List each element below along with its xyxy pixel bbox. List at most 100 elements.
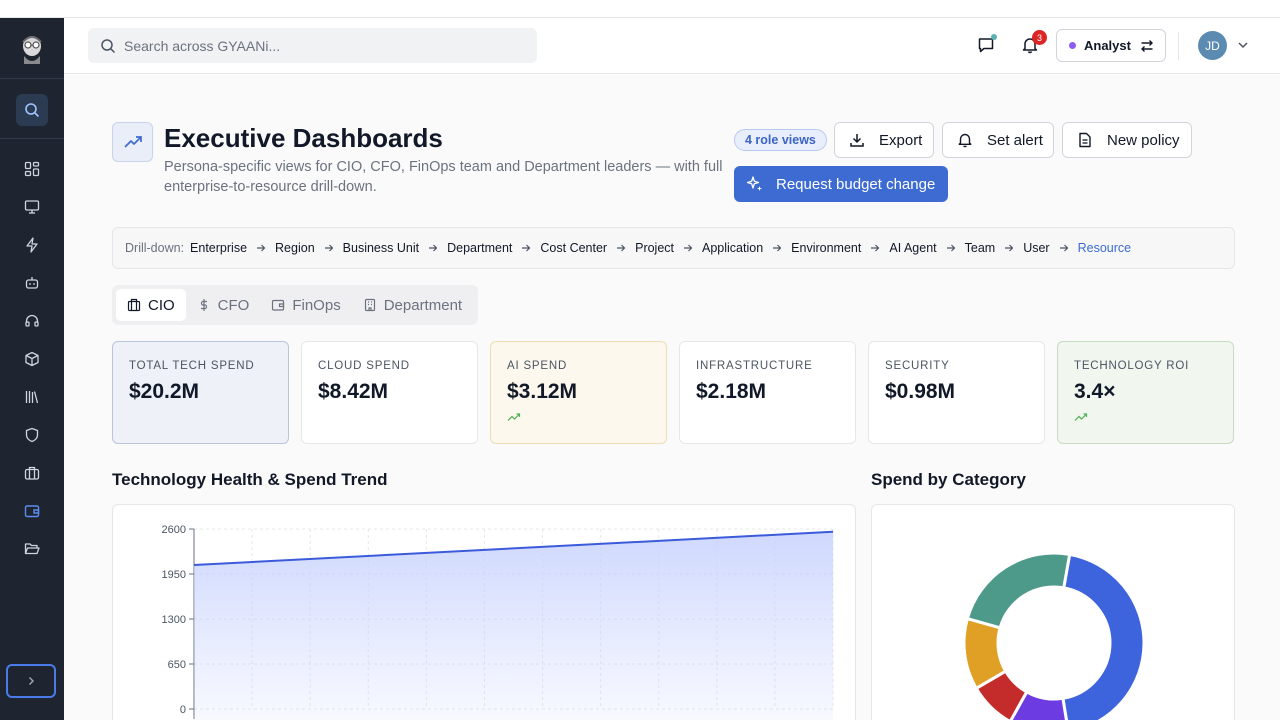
drilldown-item[interactable]: AI Agent	[889, 241, 936, 255]
drilldown-item[interactable]: Enterprise	[190, 241, 247, 255]
folder-open-icon	[24, 543, 40, 555]
donut-slice[interactable]	[1061, 552, 1146, 720]
drilldown-item[interactable]: User	[1023, 241, 1049, 255]
notifications-button[interactable]: 3	[1019, 30, 1047, 56]
building-icon	[127, 298, 141, 312]
kpi-card-total-tech-spend[interactable]: TOTAL TECH SPEND $20.2M	[112, 341, 289, 444]
main-content: Executive Dashboards Persona-specific vi…	[64, 75, 1280, 720]
kpi-value: $2.18M	[696, 380, 767, 403]
page-subtitle: Persona-specific views for CIO, CFO, Fin…	[164, 159, 723, 195]
category-donut-chart	[962, 551, 1146, 720]
sidebar-item-files[interactable]	[16, 533, 48, 565]
trending-up-icon	[1074, 413, 1088, 421]
document-icon	[1079, 132, 1091, 148]
sidebar-expand-button[interactable]	[6, 664, 56, 698]
sparkles-icon	[746, 176, 762, 191]
page-icon	[112, 122, 153, 162]
kpi-card-security[interactable]: SECURITY $0.98M	[868, 341, 1045, 444]
drilldown-item[interactable]: Cost Center	[540, 241, 607, 255]
arrow-right-icon	[429, 244, 438, 252]
persona-tabs: CIO CFO FinOps Department	[112, 285, 478, 325]
app-logo[interactable]	[16, 32, 48, 68]
arrow-right-icon	[617, 244, 626, 252]
kpi-label: INFRASTRUCTURE	[696, 360, 813, 372]
role-switcher[interactable]: Analyst	[1056, 29, 1166, 62]
search-input[interactable]	[124, 37, 504, 54]
wallet-icon	[24, 505, 40, 518]
drilldown-item[interactable]: Application	[702, 241, 763, 255]
page-title: Executive Dashboards	[164, 123, 443, 153]
sidebar-item-security[interactable]	[16, 419, 48, 451]
request-budget-change-button[interactable]: Request budget change	[734, 166, 948, 202]
drilldown-label: Drill-down:	[125, 241, 185, 255]
drilldown-item[interactable]: Region	[275, 241, 315, 255]
sidebar-item-activity[interactable]	[16, 229, 48, 261]
y-tick-label: 0	[180, 704, 186, 716]
arrow-right-icon	[257, 244, 266, 252]
arrow-right-icon	[773, 244, 782, 252]
set-alert-label: Set alert	[987, 131, 1043, 149]
tab-finops[interactable]: FinOps	[260, 289, 351, 321]
robot-icon	[25, 277, 39, 289]
drilldown-item[interactable]: Resource	[1078, 241, 1132, 255]
download-icon	[850, 134, 864, 147]
sidebar-search-button[interactable]	[16, 94, 48, 126]
kpi-value: $8.42M	[318, 380, 389, 403]
sidebar-item-dashboard[interactable]	[16, 153, 48, 185]
sidebar-item-support[interactable]	[16, 305, 48, 337]
header-divider	[1178, 32, 1179, 60]
wallet-icon	[272, 299, 285, 311]
top-strip	[0, 0, 1280, 18]
kpi-label: TECHNOLOGY ROI	[1074, 360, 1190, 372]
chevron-down-icon[interactable]	[1236, 38, 1250, 52]
sidebar-item-library[interactable]	[16, 381, 48, 413]
dollar-icon	[200, 299, 207, 311]
kpi-card-infrastructure[interactable]: INFRASTRUCTURE $2.18M	[679, 341, 856, 444]
kpi-value: 3.4×	[1074, 380, 1116, 403]
kpi-card-cloud-spend[interactable]: CLOUD SPEND $8.42M	[301, 341, 478, 444]
arrow-right-icon	[1005, 244, 1014, 252]
set-alert-button[interactable]: Set alert	[942, 122, 1054, 158]
drilldown-item[interactable]: Business Unit	[343, 241, 419, 255]
tab-cfo-label: CFO	[217, 296, 250, 314]
drilldown-item[interactable]: Department	[447, 241, 512, 255]
search-icon	[25, 103, 40, 118]
user-avatar[interactable]: JD	[1198, 31, 1227, 60]
role-label: Analyst	[1084, 38, 1131, 53]
headset-icon	[25, 314, 39, 327]
role-status-dot	[1069, 42, 1076, 49]
tab-cfo[interactable]: CFO	[186, 289, 261, 321]
tab-department[interactable]: Department	[352, 289, 473, 321]
new-policy-button[interactable]: New policy	[1062, 122, 1192, 158]
tab-cio[interactable]: CIO	[116, 289, 186, 321]
messages-button[interactable]	[975, 34, 997, 56]
y-tick-label: 1300	[162, 614, 186, 626]
sidebar-item-business[interactable]	[16, 457, 48, 489]
trend-chart: 2600 1950 1300 650 0	[162, 524, 834, 720]
y-tick-label: 1950	[162, 569, 186, 581]
arrow-right-icon	[946, 244, 955, 252]
arrow-right-icon	[684, 244, 693, 252]
sidebar-item-monitor[interactable]	[16, 191, 48, 223]
kpi-label: TOTAL TECH SPEND	[129, 360, 255, 372]
swap-icon	[1140, 39, 1153, 52]
kpi-card-technology-roi[interactable]: TECHNOLOGY ROI 3.4×	[1057, 341, 1234, 444]
unread-dot	[991, 34, 997, 40]
sidebar	[0, 18, 64, 720]
sidebar-item-packages[interactable]	[16, 343, 48, 375]
briefcase-icon	[24, 466, 40, 480]
drilldown-item[interactable]: Environment	[791, 241, 861, 255]
arrow-right-icon	[522, 244, 531, 252]
lightning-icon	[26, 237, 38, 253]
arrow-right-icon	[1059, 244, 1068, 252]
export-button[interactable]: Export	[834, 122, 934, 158]
drilldown-item[interactable]: Project	[635, 241, 674, 255]
search-icon	[101, 38, 116, 53]
donut-slice[interactable]	[965, 551, 1072, 630]
sidebar-item-wallet[interactable]	[16, 495, 48, 527]
drilldown-item[interactable]: Team	[965, 241, 996, 255]
global-search[interactable]	[88, 28, 537, 63]
kpi-card-ai-spend[interactable]: AI SPEND $3.12M	[490, 341, 667, 444]
kpi-label: CLOUD SPEND	[318, 360, 410, 372]
sidebar-item-agents[interactable]	[16, 267, 48, 299]
